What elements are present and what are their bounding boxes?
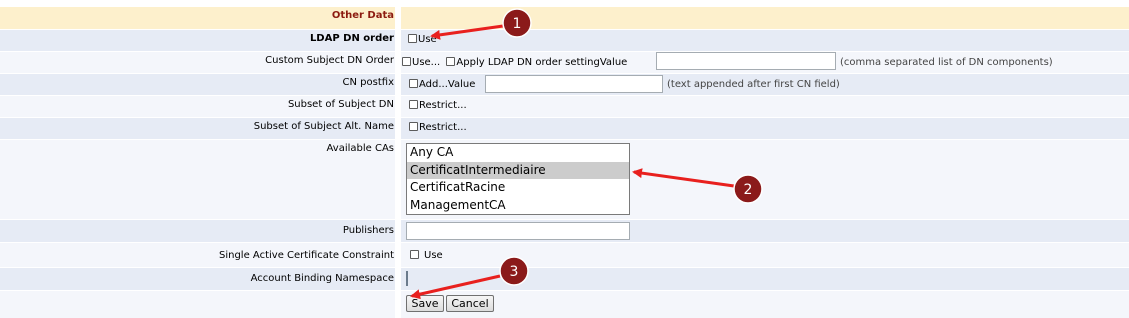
annotation-arrow-2	[632, 168, 735, 188]
annotation-arrow-3	[410, 274, 501, 300]
annotation-marker-2: 2	[733, 174, 763, 204]
annotation-marker-1-label: 1	[513, 16, 522, 32]
annotation-marker-2-label: 2	[744, 182, 753, 198]
annotation-overlay: 1 2 3	[410, 8, 763, 300]
annotation-marker-3: 3	[499, 256, 529, 286]
annotation-arrow-1	[430, 24, 504, 40]
annotation-marker-3-label: 3	[510, 264, 519, 280]
annotation-marker-1: 1	[502, 8, 532, 38]
